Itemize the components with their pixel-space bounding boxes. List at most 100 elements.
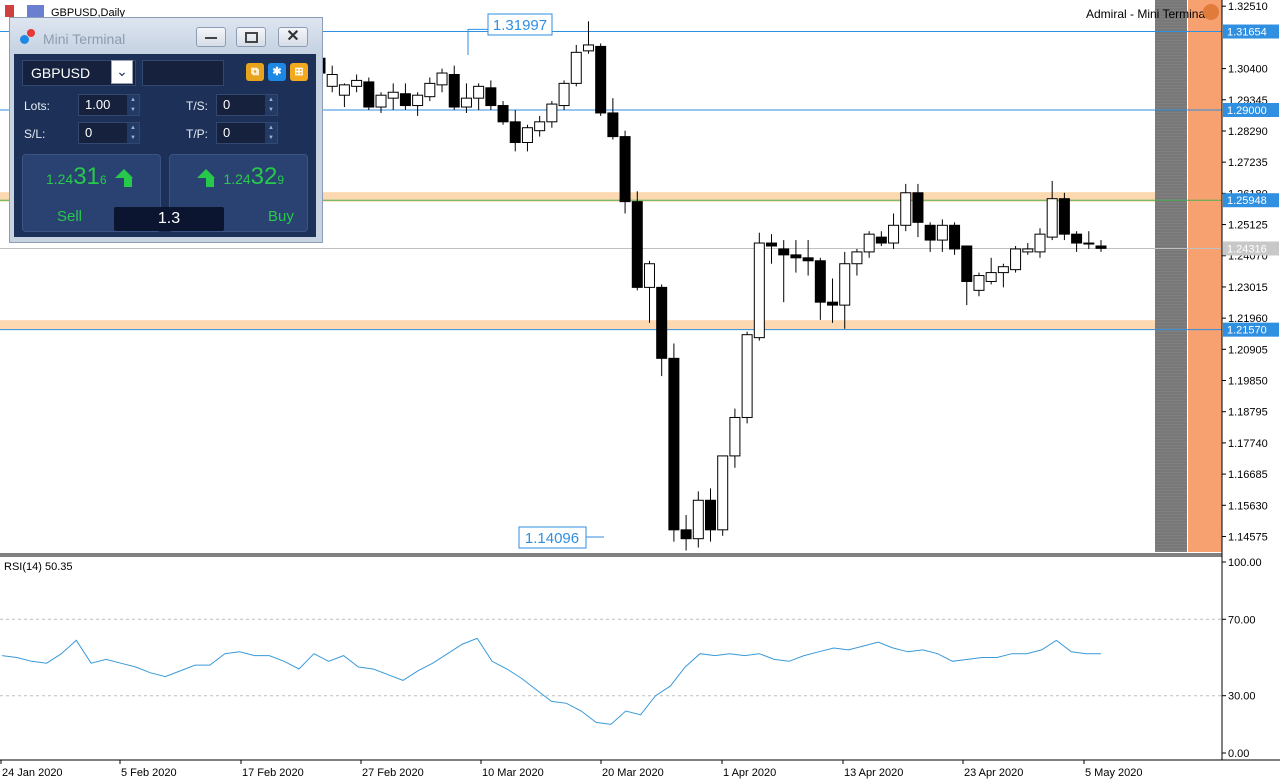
rsi-tick-label: 100.00	[1228, 557, 1262, 569]
sl-value: 0	[85, 125, 93, 140]
candle	[351, 79, 363, 87]
rsi-tick-label: 70.00	[1228, 614, 1256, 626]
candle	[766, 242, 778, 247]
mini-terminal-window[interactable]: Mini Terminal ✕ GBPUSD ⌄ ⧉ ✱ ⊞ Lots: 1.0…	[9, 17, 323, 243]
lots-label: Lots:	[24, 99, 51, 113]
candle	[668, 357, 680, 531]
candle	[863, 233, 875, 253]
ea-smiley-icon[interactable]	[1203, 4, 1219, 20]
candle	[1022, 248, 1034, 253]
price-tick-label: 1.16685	[1228, 469, 1268, 481]
candle	[375, 94, 387, 108]
candle	[424, 82, 436, 98]
price-tick-label: 1.14575	[1228, 531, 1268, 543]
expand-icon[interactable]: ⊞	[290, 63, 308, 81]
candle	[363, 81, 375, 108]
price-tick-label: 1.32510	[1228, 1, 1268, 13]
spread-value: 1.3	[114, 207, 224, 231]
candle	[912, 192, 924, 223]
sell-label: Sell	[57, 208, 83, 225]
ts-label: T/S:	[186, 99, 209, 113]
candle	[851, 251, 863, 265]
candle	[595, 45, 607, 114]
candle	[509, 121, 521, 144]
candle	[399, 93, 411, 107]
candle	[827, 301, 839, 306]
candle	[717, 455, 729, 531]
candle	[692, 499, 704, 540]
price-tag-label: 1.31654	[1227, 27, 1267, 39]
stepper-arrows-icon[interactable]: ▲ ▼	[127, 95, 139, 115]
maximize-button[interactable]	[236, 27, 266, 47]
chevron-down-icon: ⌄	[116, 63, 128, 79]
low-label: 1.14096	[525, 530, 579, 547]
candle	[985, 272, 997, 282]
candle	[619, 136, 631, 203]
rsi-tick-label: 0.00	[1228, 748, 1249, 760]
tp-stepper[interactable]: 0 ▲ ▼	[216, 122, 278, 144]
price-tag-label: 1.25948	[1227, 195, 1267, 207]
candle	[973, 275, 985, 291]
stepper-arrows-icon[interactable]: ▲ ▼	[127, 123, 139, 143]
zone-band	[0, 320, 1155, 330]
minimize-icon	[205, 36, 217, 39]
candle	[631, 201, 643, 288]
orange-strip	[1188, 0, 1222, 552]
price-tick-label: 1.20905	[1228, 344, 1268, 356]
sell-price: 1.24316	[23, 163, 160, 191]
candle	[997, 266, 1009, 274]
close-button[interactable]: ✕	[278, 27, 308, 47]
candle	[949, 224, 961, 250]
sl-stepper[interactable]: 0 ▲ ▼	[78, 122, 140, 144]
time-tick-label: 20 Mar 2020	[602, 767, 664, 779]
candle	[534, 121, 546, 132]
lots-value: 1.00	[85, 97, 111, 112]
rsi-tick-label: 30.00	[1228, 691, 1256, 703]
candle	[705, 499, 716, 531]
symbol-dropdown-button[interactable]: ⌄	[111, 60, 133, 84]
lots-stepper[interactable]: 1.00 ▲ ▼	[78, 94, 140, 116]
candle	[900, 192, 912, 226]
gear-icon[interactable]: ✱	[268, 63, 286, 81]
price-tick-label: 1.18795	[1228, 407, 1268, 419]
mini-terminal-titlebar[interactable]: Mini Terminal ✕	[10, 18, 322, 54]
tp-label: T/P:	[186, 127, 209, 141]
ts-stepper[interactable]: 0 ▲ ▼	[216, 94, 278, 116]
price-tag-label: 1.21570	[1227, 325, 1267, 337]
stepper-arrows-icon[interactable]: ▲ ▼	[265, 95, 277, 115]
candle	[790, 254, 802, 259]
candle	[521, 127, 533, 144]
copy-orders-icon[interactable]: ⧉	[246, 63, 264, 81]
candle	[961, 245, 973, 282]
candle	[729, 416, 741, 457]
candle	[546, 103, 558, 123]
tp-value: 0	[223, 125, 231, 140]
candle	[802, 257, 814, 262]
candle	[888, 224, 900, 244]
candle	[936, 224, 948, 241]
candle	[1071, 233, 1083, 244]
candle	[582, 44, 594, 52]
time-tick-label: 27 Feb 2020	[362, 767, 424, 779]
candle	[1034, 233, 1046, 253]
minimize-button[interactable]	[196, 27, 226, 47]
candle	[570, 51, 582, 84]
price-tick-label: 1.25125	[1228, 220, 1268, 232]
candle	[1046, 198, 1058, 238]
time-tick-label: 17 Feb 2020	[242, 767, 304, 779]
symbol-info-field	[142, 60, 224, 86]
maximize-icon	[244, 32, 258, 44]
candle	[1058, 198, 1070, 235]
price-tag-label: 1.24316	[1227, 243, 1267, 255]
price-tick-label: 1.23015	[1228, 282, 1268, 294]
close-icon: ✕	[286, 28, 300, 45]
candle	[1083, 242, 1095, 245]
candle	[1010, 248, 1022, 271]
candle	[460, 97, 472, 108]
mini-terminal-body: GBPUSD ⌄ ⧉ ✱ ⊞ Lots: 1.00 ▲ ▼ T/S: 0 ▲ ▼ S…	[14, 54, 316, 237]
sl-label: S/L:	[24, 127, 46, 141]
rsi-label: RSI(14) 50.35	[4, 561, 72, 573]
stepper-arrows-icon[interactable]: ▲ ▼	[265, 123, 277, 143]
rsi-line	[1, 637, 1101, 725]
candle	[875, 236, 887, 244]
